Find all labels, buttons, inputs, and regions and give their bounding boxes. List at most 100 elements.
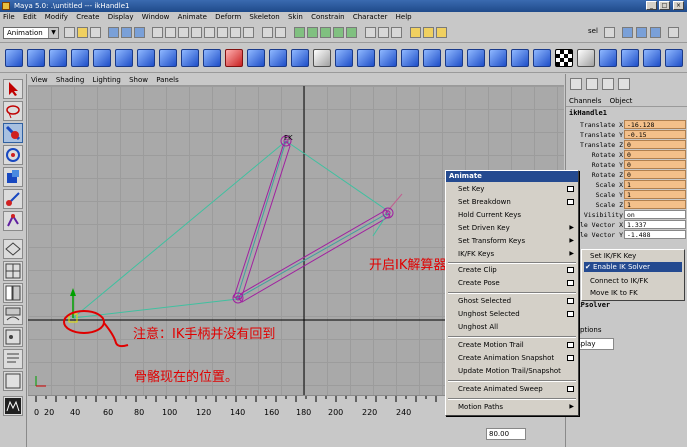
- open-scene-icon[interactable]: [77, 27, 88, 38]
- menu-set-selector[interactable]: Animation ▼: [3, 27, 59, 39]
- lasso-tool-icon[interactable]: [3, 101, 23, 121]
- attribute-value[interactable]: 1: [624, 180, 686, 189]
- attribute-row[interactable]: Translate Z0: [566, 140, 687, 150]
- attribute-row[interactable]: Translate X -16.128: [566, 120, 687, 130]
- shelf-fillet-icon[interactable]: [511, 49, 529, 67]
- shelf-camera-icon[interactable]: [599, 49, 617, 67]
- select-object-icon[interactable]: [121, 27, 132, 38]
- move-tool-icon[interactable]: [3, 123, 23, 143]
- show-tool-settings-icon[interactable]: [636, 27, 647, 38]
- menu-deform[interactable]: Deform: [212, 12, 244, 23]
- layer-editor-icon[interactable]: [586, 78, 598, 90]
- shelf-cylinder-icon[interactable]: [49, 49, 67, 67]
- shelf-outliner-icon[interactable]: [665, 49, 683, 67]
- select-hierarchy-icon[interactable]: [108, 27, 119, 38]
- attribute-row[interactable]: Scale Z1: [566, 200, 687, 210]
- menu-item-update-motion-trail[interactable]: Update Motion Trail/Snapshot: [458, 367, 561, 375]
- shelf-insert-icon[interactable]: [423, 49, 441, 67]
- save-scene-icon[interactable]: [90, 27, 101, 38]
- attribute-value[interactable]: -16.128: [624, 120, 686, 129]
- snap-curve-icon[interactable]: [307, 27, 318, 38]
- attribute-row[interactable]: Rotate Z0: [566, 170, 687, 180]
- selection-mode-field[interactable]: sel: [588, 27, 598, 35]
- manipulator-tool-icon[interactable]: [3, 189, 23, 209]
- select-rendering-icon[interactable]: [230, 27, 241, 38]
- select-tool-icon[interactable]: [3, 79, 23, 99]
- custom-layout-icon[interactable]: [3, 371, 23, 391]
- select-joints-icon[interactable]: [165, 27, 176, 38]
- render-globals-icon[interactable]: [436, 27, 447, 38]
- vp-menu-panels[interactable]: Panels: [153, 74, 182, 86]
- scale-tool-icon[interactable]: [3, 167, 23, 187]
- name-field-icon[interactable]: [604, 27, 615, 38]
- vp-menu-view[interactable]: View: [28, 74, 51, 86]
- menu-item-set-driven-key[interactable]: Set Driven Key: [458, 224, 510, 232]
- menu-help[interactable]: Help: [393, 12, 415, 23]
- shelf-plane-icon[interactable]: [93, 49, 111, 67]
- menu-modify[interactable]: Modify: [42, 12, 71, 23]
- menu-item-set-breakdown[interactable]: Set Breakdown: [458, 198, 511, 206]
- make-live-icon[interactable]: [346, 27, 357, 38]
- lock-selection-icon[interactable]: [262, 27, 273, 38]
- highlight-selection-icon[interactable]: [275, 27, 286, 38]
- layer-options-label[interactable]: ptions: [580, 326, 602, 334]
- submenu-item-connect-to-ikfk[interactable]: Connect to IK/FK: [590, 277, 648, 285]
- attribute-value[interactable]: 1.337: [624, 220, 686, 229]
- vp-menu-lighting[interactable]: Lighting: [90, 74, 124, 86]
- shelf-sphere-icon[interactable]: [27, 49, 45, 67]
- shelf-revolve-icon[interactable]: [269, 49, 287, 67]
- shelf-circle-icon[interactable]: [137, 49, 155, 67]
- attribute-value[interactable]: -1.488: [624, 230, 686, 239]
- shelf-torus-icon[interactable]: [115, 49, 133, 67]
- attribute-value[interactable]: on: [624, 210, 686, 219]
- option-box-icon[interactable]: [567, 186, 574, 192]
- select-dynamics-icon[interactable]: [217, 27, 228, 38]
- select-handles-icon[interactable]: [152, 27, 163, 38]
- channel-layers-icon[interactable]: [602, 78, 614, 90]
- chevron-down-icon[interactable]: ▼: [48, 28, 58, 38]
- node-name[interactable]: ikHandle1: [569, 109, 607, 117]
- submenu-item-set-ikfk-key[interactable]: Set IK/FK Key: [590, 252, 636, 260]
- shelf-cone-icon[interactable]: [71, 49, 89, 67]
- ik-handle-tool-icon[interactable]: [3, 211, 23, 231]
- option-box-icon[interactable]: [567, 342, 574, 348]
- menu-item-set-key[interactable]: Set Key: [458, 185, 484, 193]
- output-ops-icon[interactable]: [378, 27, 389, 38]
- channels-menu[interactable]: Channels: [566, 97, 604, 105]
- shelf-checker-icon[interactable]: [555, 49, 573, 67]
- object-menu[interactable]: Object: [607, 97, 636, 105]
- shelf-render-icon[interactable]: [621, 49, 639, 67]
- toggle-layout-icon[interactable]: [668, 27, 679, 38]
- vp-menu-shading[interactable]: Shading: [53, 74, 87, 86]
- attribute-value[interactable]: 1: [624, 200, 686, 209]
- shelf-rebuild-icon[interactable]: [445, 49, 463, 67]
- option-box-icon[interactable]: [567, 199, 574, 205]
- select-component-icon[interactable]: [134, 27, 145, 38]
- animate-menu-title[interactable]: Animate: [446, 171, 578, 182]
- layer-display-field[interactable]: splay: [574, 338, 614, 350]
- ipr-render-icon[interactable]: [423, 27, 434, 38]
- attr-editor-icon[interactable]: [618, 78, 630, 90]
- shelf-birail-icon[interactable]: [335, 49, 353, 67]
- shelf-boundary-icon[interactable]: [357, 49, 375, 67]
- menu-file[interactable]: File: [0, 12, 18, 23]
- hypershade-layout-icon[interactable]: [3, 327, 23, 347]
- single-view-icon[interactable]: [3, 239, 23, 259]
- shelf-light-icon[interactable]: [577, 49, 595, 67]
- rotate-tool-icon[interactable]: [3, 145, 23, 165]
- option-box-icon[interactable]: [567, 311, 574, 317]
- shelf-planar-icon[interactable]: [313, 49, 331, 67]
- current-frame-field[interactable]: 80.00: [486, 428, 526, 440]
- menu-skin[interactable]: Skin: [285, 12, 306, 23]
- attribute-row[interactable]: Visibility on: [566, 210, 687, 220]
- select-curves-icon[interactable]: [178, 27, 189, 38]
- attribute-row[interactable]: ole Vector Y -1.488: [566, 230, 687, 240]
- shelf-joint-icon[interactable]: [225, 49, 243, 67]
- show-channel-box-icon[interactable]: [650, 27, 661, 38]
- attribute-row[interactable]: Translate Y -0.15: [566, 130, 687, 140]
- attribute-row[interactable]: Scale Y1: [566, 190, 687, 200]
- option-box-icon[interactable]: [567, 355, 574, 361]
- snap-grid-icon[interactable]: [294, 27, 305, 38]
- shelf-cv-curve-icon[interactable]: [181, 49, 199, 67]
- menu-item-hold-current-keys[interactable]: Hold Current Keys: [458, 211, 521, 219]
